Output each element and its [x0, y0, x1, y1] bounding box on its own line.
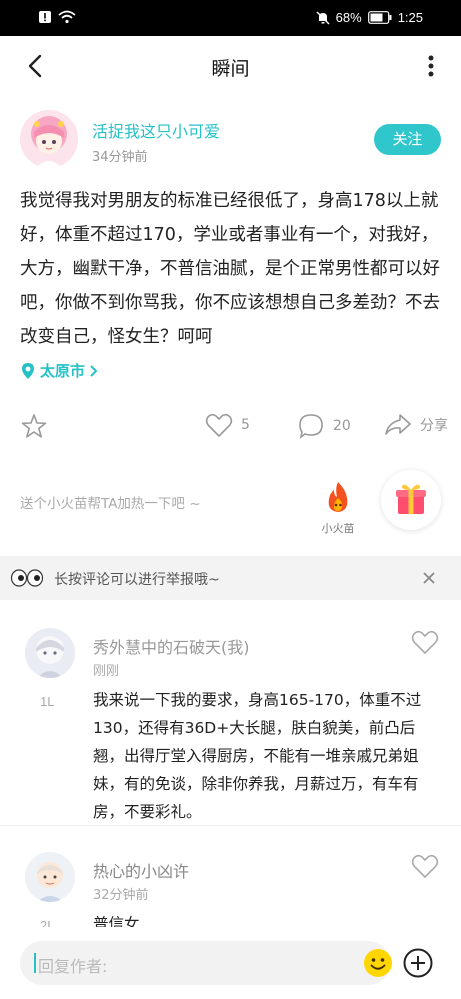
reply-input[interactable]: 回复作者:	[20, 941, 393, 985]
fire-icon	[328, 482, 348, 512]
notice-text: 长按评论可以进行举报哦~	[54, 572, 220, 588]
commenter-avatar[interactable]	[25, 628, 75, 678]
comment-count: 20	[333, 418, 351, 434]
gift-button[interactable]	[381, 470, 441, 530]
comment-time: 32分钟前	[93, 888, 149, 903]
heart-icon	[205, 413, 233, 438]
boost-prompt: 送个小火苗帮TA加热一下吧 ~	[20, 496, 201, 512]
comment-button[interactable]: 20	[297, 412, 351, 440]
boost-row: 送个小火苗帮TA加热一下吧 ~ 小火苗	[0, 470, 461, 540]
reply-bar: 回复作者:	[0, 927, 461, 999]
comment-item[interactable]: 热心的小凶许 32分钟前 2L 普信女	[0, 852, 461, 927]
like-count: 5	[241, 417, 250, 433]
clock: 1:25	[397, 10, 423, 25]
follow-button[interactable]: 关注	[374, 124, 441, 155]
text-cursor	[34, 953, 36, 973]
report-notice: 长按评论可以进行举报哦~	[0, 556, 461, 600]
post-actions: 5 20 分享	[0, 412, 461, 452]
battery-percent: 68%	[335, 10, 362, 25]
star-icon	[21, 414, 47, 438]
wifi-icon	[58, 10, 76, 24]
commenter-name[interactable]: 热心的小凶许	[93, 858, 189, 882]
comment-text: 普信女	[93, 915, 140, 927]
comment-floor: 1L	[40, 694, 55, 709]
author-avatar[interactable]	[20, 110, 78, 168]
author-name[interactable]: 活捉我这只小可爱	[92, 118, 220, 142]
location-pin-icon	[22, 362, 34, 379]
close-icon[interactable]	[419, 568, 439, 588]
add-icon[interactable]	[402, 947, 434, 979]
fire-button[interactable]: 小火苗	[320, 480, 356, 536]
comment-text: 我来说一下我的要求，身高165-170，体重不过130，还得有36D+大长腿，肤…	[93, 691, 422, 821]
nav-bar: 瞬间	[0, 36, 461, 96]
post-time: 34分钟前	[92, 150, 148, 165]
share-label: 分享	[420, 418, 448, 434]
comment-item[interactable]: 秀外慧中的石破天(我) 刚刚 1L 我来说一下我的要求，身高165-170，体重…	[0, 628, 461, 821]
comment-like-icon[interactable]	[411, 628, 439, 656]
location-label: 太原市	[40, 362, 86, 380]
post-header: 活捉我这只小可爱 34分钟前 关注	[20, 108, 441, 168]
reply-placeholder: 回复作者:	[38, 957, 108, 976]
page-title: 瞬间	[211, 58, 250, 80]
comment-divider	[0, 825, 461, 826]
commenter-name[interactable]: 秀外慧中的石破天(我)	[93, 634, 250, 658]
share-button[interactable]: 分享	[384, 412, 448, 438]
share-arrow-icon	[385, 414, 411, 435]
comment-floor: 2L	[40, 918, 55, 927]
mute-icon	[316, 11, 330, 24]
fire-label: 小火苗	[321, 522, 355, 535]
gift-icon	[396, 484, 426, 514]
comment-like-icon[interactable]	[411, 852, 439, 880]
emoji-icon[interactable]	[363, 948, 393, 978]
sim-alert-icon	[39, 11, 51, 23]
commenter-avatar[interactable]	[25, 852, 75, 902]
favorite-button[interactable]	[20, 412, 48, 440]
status-bar: 68% 1:25	[0, 0, 461, 36]
comment-time: 刚刚	[93, 664, 120, 679]
eyes-icon	[10, 569, 44, 587]
battery-icon	[367, 11, 392, 24]
comment-bubble-icon	[299, 414, 323, 439]
more-icon[interactable]	[421, 50, 441, 82]
location-tag[interactable]: 太原市	[20, 360, 99, 381]
post-content: 我觉得我对男朋友的标准已经很低了，身高178以上就好，体重不超过170，学业或者…	[20, 191, 440, 347]
chevron-right-icon	[90, 364, 98, 377]
like-button[interactable]: 5	[205, 412, 250, 438]
